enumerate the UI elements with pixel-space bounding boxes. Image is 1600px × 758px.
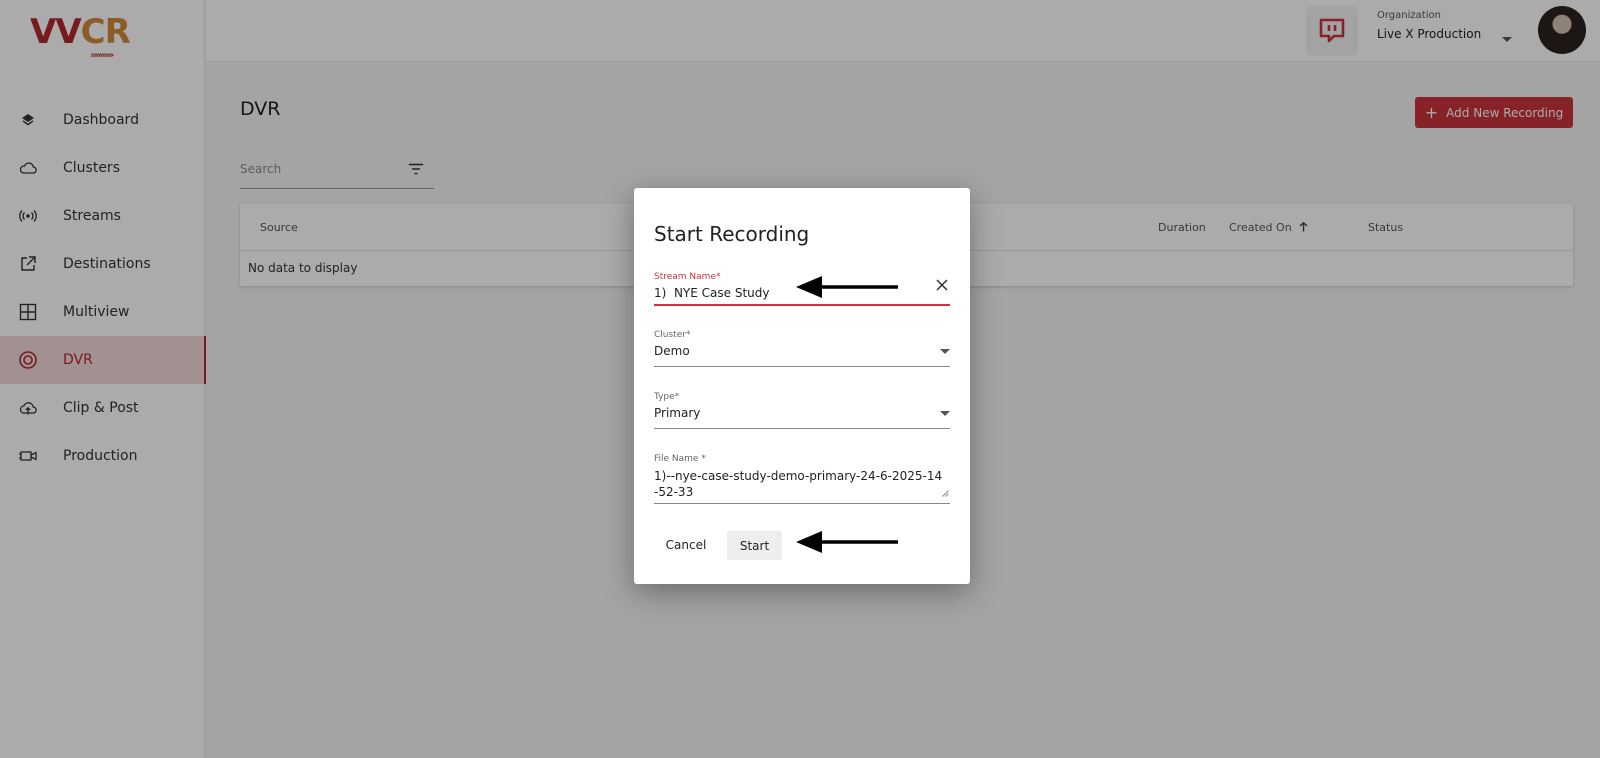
cluster-label: Cluster* <box>654 330 691 340</box>
dialog-title: Start Recording <box>654 222 810 246</box>
annotation-arrow-icon <box>796 531 898 553</box>
close-icon[interactable] <box>936 276 948 295</box>
type-value: Primary <box>654 406 701 420</box>
start-recording-dialog: Start Recording Stream Name* 1) NYE Case… <box>634 188 970 584</box>
cluster-select[interactable]: Cluster* Demo <box>654 330 950 367</box>
chevron-down-icon[interactable] <box>940 402 950 421</box>
resize-handle-icon[interactable] <box>942 482 949 501</box>
cluster-value: Demo <box>654 344 690 358</box>
type-select[interactable]: Type* Primary <box>654 392 950 429</box>
file-name-value: 1)--nye-case-study-demo-primary-24-6-202… <box>654 469 943 499</box>
annotation-arrow-icon <box>796 276 898 298</box>
file-name-label: File Name * <box>654 454 706 464</box>
file-name-field[interactable]: File Name * 1)--nye-case-study-demo-prim… <box>654 454 950 504</box>
type-label: Type* <box>654 392 680 402</box>
cancel-button[interactable]: Cancel <box>654 531 718 559</box>
start-button[interactable]: Start <box>727 531 782 560</box>
chevron-down-icon[interactable] <box>940 340 950 359</box>
